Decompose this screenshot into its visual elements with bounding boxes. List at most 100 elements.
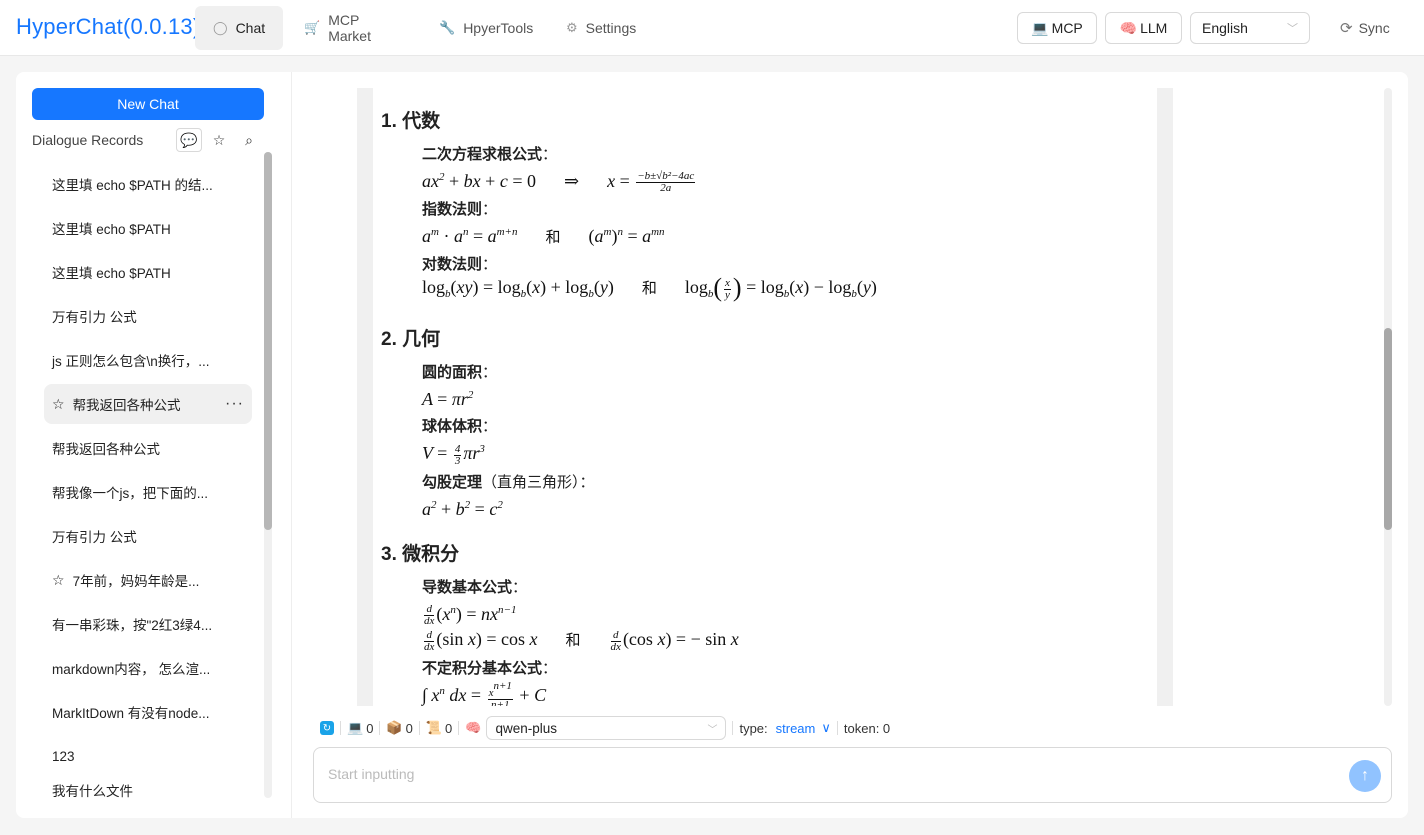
- mcp-button[interactable]: 💻 MCP: [1017, 12, 1097, 44]
- formula-label: 球体体积：: [422, 418, 498, 436]
- formula-integral: ∫ xn dx = xn+1 n+1 + C: [422, 680, 547, 706]
- formula-pythagorean: a2 + b2 = c2: [422, 498, 503, 519]
- nav-tab-chat-label: Chat: [235, 20, 266, 36]
- new-chat-button[interactable]: New Chat: [32, 88, 264, 120]
- formula-label: 不定积分基本公式：: [422, 659, 558, 677]
- computer-icon: 💻: [347, 720, 364, 735]
- arrow-up-icon: ↑: [1361, 767, 1369, 784]
- type-picker[interactable]: type: stream ∨: [733, 720, 836, 736]
- dialogue-item[interactable]: 这里填 echo $PATH: [44, 208, 252, 248]
- mcp-button-label: MCP: [1051, 20, 1083, 36]
- sidebar-scrollbar-thumb[interactable]: [264, 152, 272, 530]
- formula-quadratic: ax2 + bx + c = 0 ⇒ x = −b±√b²−4ac 2a: [422, 170, 696, 195]
- formula-circle-area: A = πr2: [422, 389, 474, 410]
- dialogue-item[interactable]: 万有引力 公式: [44, 296, 252, 336]
- mcp-count[interactable]: 💻 0: [341, 720, 379, 736]
- nav-tab-mcp-market[interactable]: 🛒 MCP Market: [286, 6, 420, 50]
- refresh-icon: ↻: [320, 721, 334, 735]
- dialogue-item[interactable]: 有一串彩珠，按"2红3绿4...: [44, 604, 252, 644]
- llm-button-label: LLM: [1140, 20, 1168, 36]
- section-heading-geometry: 2. 几何: [381, 329, 441, 351]
- sync-label: Sync: [1358, 20, 1390, 36]
- dialogue-item[interactable]: ☆ 7年前，妈妈年龄是...: [44, 560, 252, 600]
- box-count[interactable]: 📦 0: [380, 720, 418, 736]
- llm-button[interactable]: 🧠 LLM: [1105, 12, 1182, 44]
- sync-icon: ⟳: [1340, 20, 1353, 37]
- top-bar: HyperChat(0.0.13) ◯ Chat 🛒 MCP Market 🔧 …: [0, 0, 1424, 56]
- dialogue-item[interactable]: 这里填 echo $PATH: [44, 252, 252, 292]
- nav-tab-chat[interactable]: ◯ Chat: [195, 6, 283, 50]
- dialogue-records-title: Dialogue Records: [32, 132, 144, 148]
- dialogue-item[interactable]: 123: [44, 736, 252, 776]
- message-input-box: ↑: [313, 747, 1392, 803]
- dialogue-item-label: 万有引力 公式: [52, 530, 137, 545]
- computer-icon: 💻: [1031, 19, 1049, 36]
- dialogue-item[interactable]: 万有引力 公式: [44, 516, 252, 556]
- nav-tab-mcp-market-label: MCP Market: [328, 12, 371, 44]
- message-input[interactable]: [328, 766, 1228, 782]
- formula-label: 勾股定理（直角三角形）：: [422, 473, 595, 491]
- token-count: token: 0: [843, 720, 891, 736]
- dialogue-item-label: 帮我像一个js，把下面的...: [52, 486, 209, 501]
- main-panel: New Chat Dialogue Records 💬 ☆ ⌕ 这里填 echo…: [16, 72, 1408, 818]
- dialogue-item-label: MarkItDown 有没有node...: [52, 706, 210, 721]
- markdown-body: 1. 代数 二次方程求根公式： ax2 + bx + c = 0 ⇒ x = −b±…: [373, 106, 1157, 706]
- formula-label: 二次方程求根公式：: [422, 146, 558, 163]
- nav-tab-settings[interactable]: ⚙ Settings: [548, 6, 656, 50]
- star-icon[interactable]: ☆: [52, 396, 65, 413]
- content-scrollbar-thumb[interactable]: [1384, 328, 1392, 530]
- sidebar-scrollbar[interactable]: [264, 152, 272, 798]
- chevron-down-icon: ∨: [821, 720, 831, 735]
- dialogue-item-label: 123: [52, 748, 75, 764]
- dialogue-item[interactable]: js 正则怎么包含\n换行，...: [44, 340, 252, 380]
- scroll-count-value: 0: [445, 720, 453, 736]
- gear-icon: ⚙: [566, 20, 578, 35]
- search-icon[interactable]: ⌕: [236, 128, 262, 152]
- more-options-icon[interactable]: ···: [225, 395, 244, 413]
- box-count-value: 0: [405, 720, 413, 736]
- type-value[interactable]: stream ∨: [776, 720, 831, 736]
- dialogue-list: 这里填 echo $PATH 的结... 这里填 echo $PATH 这里填 ec…: [44, 164, 252, 806]
- formula-logarithm: logb(xy) = logb(x) + logb(y) 和 logb(x y) = …: [422, 273, 877, 303]
- formula-derivative-power: d dx (xn) = nxn−1: [424, 603, 517, 628]
- dialogue-item-label: 万有引力 公式: [52, 310, 137, 325]
- dialogue-item-label: 这里填 echo $PATH: [52, 266, 171, 281]
- formula-sphere-volume: V = 4 3 πr3: [422, 442, 485, 467]
- model-picker: 🧠 qwen-plus ﹀: [459, 716, 732, 740]
- sync-button[interactable]: ⟳ Sync: [1340, 12, 1390, 44]
- star-filter-icon[interactable]: ☆: [206, 128, 232, 152]
- brain-icon: 🧠: [1119, 19, 1138, 36]
- dialogue-item[interactable]: MarkItDown 有没有node...: [44, 692, 252, 732]
- dialogue-item-label: 我有什么文件: [52, 784, 133, 799]
- language-value: English: [1202, 20, 1248, 36]
- dialogue-item[interactable]: 我有什么文件: [44, 780, 252, 800]
- formula-label: 导数基本公式：: [422, 578, 528, 596]
- nav-tab-hyper-tools[interactable]: 🔧 HpyerTools: [421, 6, 549, 50]
- dialogue-item-label: 7年前，妈妈年龄是...: [72, 574, 200, 589]
- message-content: 1. 代数 二次方程求根公式： ax2 + bx + c = 0 ⇒ x = −b±…: [357, 88, 1173, 706]
- type-label: type:: [739, 720, 768, 736]
- send-button[interactable]: ↑: [1349, 760, 1381, 792]
- cart-icon: 🛒: [304, 20, 321, 35]
- model-select[interactable]: qwen-plus ﹀: [486, 716, 727, 740]
- content-scrollbar[interactable]: [1384, 88, 1392, 706]
- dialogue-item-label: js 正则怎么包含\n换行，...: [52, 354, 210, 369]
- dialogue-item[interactable]: 帮我返回各种公式: [44, 428, 252, 468]
- scroll-count[interactable]: 📜 0: [420, 720, 458, 736]
- dialogue-item[interactable]: 这里填 echo $PATH 的结...: [44, 164, 252, 204]
- reload-button[interactable]: ↻: [314, 721, 340, 735]
- dialogue-item[interactable]: markdown内容， 怎么渲...: [44, 648, 252, 688]
- nav-tab-hyper-tools-label: HpyerTools: [463, 20, 534, 36]
- dialogue-records-tools: 💬 ☆ ⌕: [176, 128, 262, 152]
- star-icon[interactable]: ☆: [52, 572, 65, 589]
- dialogue-item-label: markdown内容， 怎么渲...: [52, 662, 211, 677]
- package-icon: 📦: [386, 720, 403, 735]
- formula-label: 圆的面积：: [422, 364, 498, 382]
- dialogue-item[interactable]: ☆ 帮我返回各种公式 ···: [44, 384, 252, 424]
- dialogue-item-label: 帮我返回各种公式: [52, 442, 160, 457]
- formula-group-calculus: 导数基本公式： d dx (xn) = nxn−1 d dx (sin x) = cos…: [381, 578, 1157, 706]
- chat-filter-icon[interactable]: 💬: [176, 128, 202, 152]
- dialogue-item[interactable]: 帮我像一个js，把下面的...: [44, 472, 252, 512]
- formula-label: 对数法则：: [422, 256, 498, 274]
- language-select[interactable]: English ﹀: [1190, 12, 1310, 44]
